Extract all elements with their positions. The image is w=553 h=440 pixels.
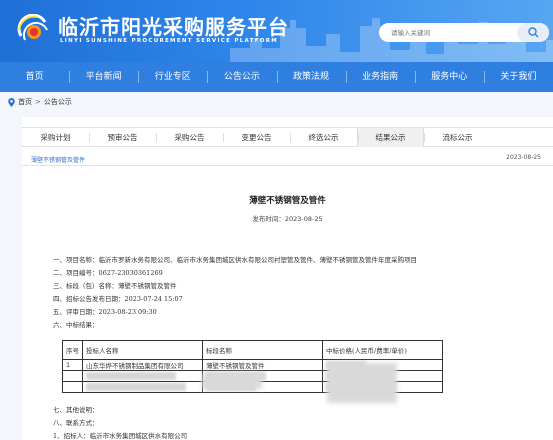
list-item-title[interactable]: 薄壁不锈钢管及管件 [31, 155, 85, 164]
breadcrumb-current[interactable]: 公告公示 [44, 97, 72, 107]
nav-item-guide[interactable]: 业务指南 [345, 62, 415, 92]
main-nav: 首页 平台新闻 行业专区 公告公示 政策法规 业务指南 服务中心 关于我们 [0, 62, 553, 92]
nav-item-industry[interactable]: 行业专区 [138, 62, 207, 92]
breadcrumb-separator: > [35, 98, 41, 106]
redacted-text [86, 372, 176, 380]
redacted-text [86, 383, 186, 391]
nav-item-service[interactable]: 服务中心 [414, 62, 484, 92]
tab-prequalification[interactable]: 预审公告 [89, 128, 156, 147]
table-header-cell: 中标价格(人民币/费率/单价) [322, 340, 443, 360]
list-item-date: 2023-08-25 [506, 154, 541, 161]
article-line: 五、评审日期：2023-08-23 09:30 [53, 308, 157, 316]
table-cell [82, 370, 203, 382]
search-box [379, 23, 549, 42]
redaction-blur [327, 363, 397, 403]
table-header-cell: 序号 [62, 340, 83, 360]
nav-item-news[interactable]: 平台新闻 [69, 62, 138, 92]
article-line: 二、项目编号：0627-23030361269 [53, 269, 163, 277]
article-line: 七、其他说明： [53, 406, 99, 414]
tab-procurement-notice[interactable]: 采购公告 [156, 128, 223, 147]
tab-procurement-plan[interactable]: 采购计划 [22, 128, 89, 147]
tab-final-selection[interactable]: 终选公示 [290, 128, 357, 147]
redaction-blur [202, 373, 262, 389]
table-cell: 山东华烨不锈钢制品集团有限公司 [82, 359, 203, 371]
article-line: 四、招标公告发布日期：2023-07-24 15:07 [53, 295, 183, 303]
breadcrumb-home[interactable]: 首页 [18, 97, 32, 107]
tab-results[interactable]: 结果公示 [357, 128, 424, 147]
tab-failed-bids[interactable]: 流标公示 [424, 128, 491, 147]
table-header-row: 序号 投标人名称 标段名称 中标价格(人民币/费率/单价) [62, 340, 443, 360]
table-cell [62, 370, 83, 382]
search-input[interactable] [391, 26, 511, 39]
publish-label: 发布时间： [252, 215, 285, 223]
search-icon [528, 27, 539, 38]
breadcrumb: 首页 > 公告公示 [8, 96, 72, 108]
search-button[interactable] [517, 23, 549, 42]
article-line: 1、招标人：临沂市水务集团城区供水有限公司 [53, 432, 188, 440]
publish-date: 2023-08-25 [284, 215, 323, 223]
article-line: 三、标段（包）名称：薄壁不锈钢管及管件 [53, 282, 177, 290]
table-header-cell: 投标人名称 [82, 340, 203, 360]
table-header-cell: 标段名称 [202, 340, 323, 360]
table-cell: 1 [62, 359, 83, 371]
site-header: 临沂市阳光采购服务平台 LINYI SUNSHINE PROCUREMENT S… [0, 0, 553, 62]
tab-change-notice[interactable]: 变更公告 [223, 128, 290, 147]
nav-item-announcements[interactable]: 公告公示 [207, 62, 276, 92]
site-title: 临沂市阳光采购服务平台 [58, 15, 289, 39]
table-cell: 薄壁不锈钢管及管件 [202, 359, 323, 371]
nav-item-about[interactable]: 关于我们 [483, 62, 553, 92]
site-title-en: LINYI SUNSHINE PROCUREMENT SERVICE PLATF… [60, 38, 279, 44]
publish-time: 发布时间：2023-08-25 [22, 213, 553, 223]
nav-item-home[interactable]: 首页 [0, 62, 69, 92]
article-title: 薄壁不锈钢管及管件 [249, 196, 326, 206]
table-cell [82, 381, 203, 393]
article-line: 八、联系方式： [53, 419, 99, 427]
location-pin-icon [8, 97, 15, 107]
article-line: 一、项目名称：临沂市罗新水务有限公司、临沂市水务集团城区供水有限公司衬塑管及管件… [53, 256, 417, 264]
nav-item-policies[interactable]: 政策法规 [276, 62, 346, 92]
article-line: 六、中标结果： [53, 321, 99, 329]
content-panel: 采购计划 预审公告 采购公告 变更公告 终选公示 结果公示 流标公示 薄壁不锈钢… [22, 117, 553, 440]
table-cell [62, 381, 83, 393]
sun-logo-icon [17, 14, 48, 41]
category-tabs: 采购计划 预审公告 采购公告 变更公告 终选公示 结果公示 流标公示 [22, 127, 553, 147]
divider [22, 165, 553, 166]
